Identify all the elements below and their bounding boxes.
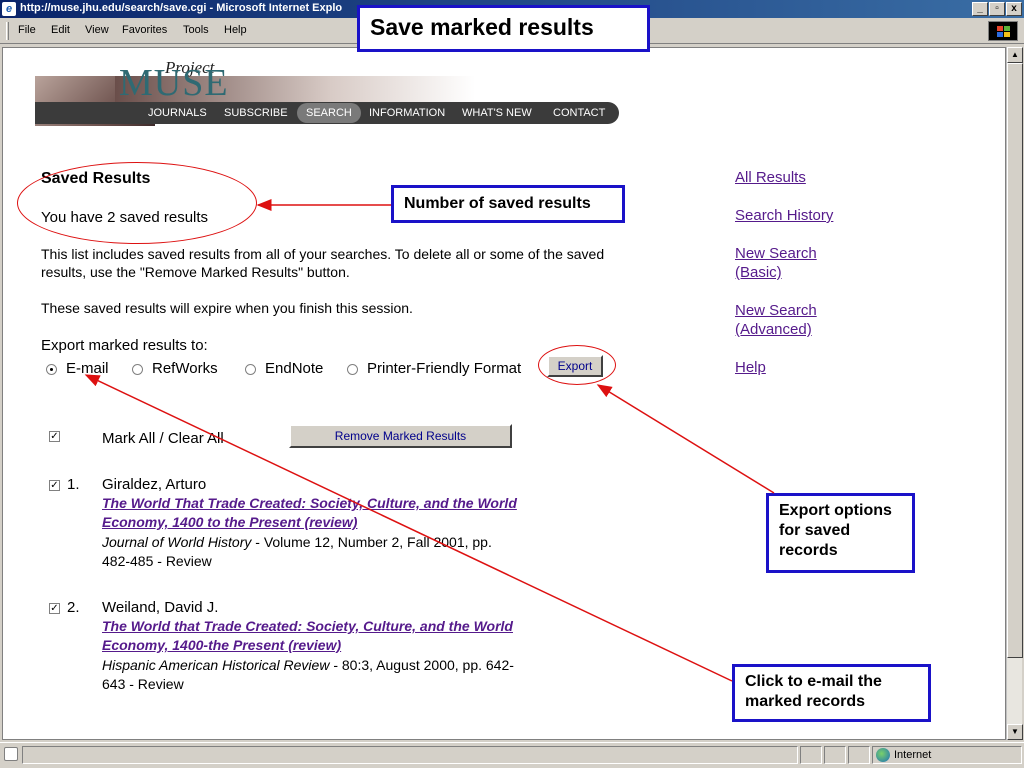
arrow-to-export-button: [596, 384, 775, 494]
arrow-to-email-option: [84, 374, 733, 682]
annotation-arrows: [84, 199, 775, 682]
